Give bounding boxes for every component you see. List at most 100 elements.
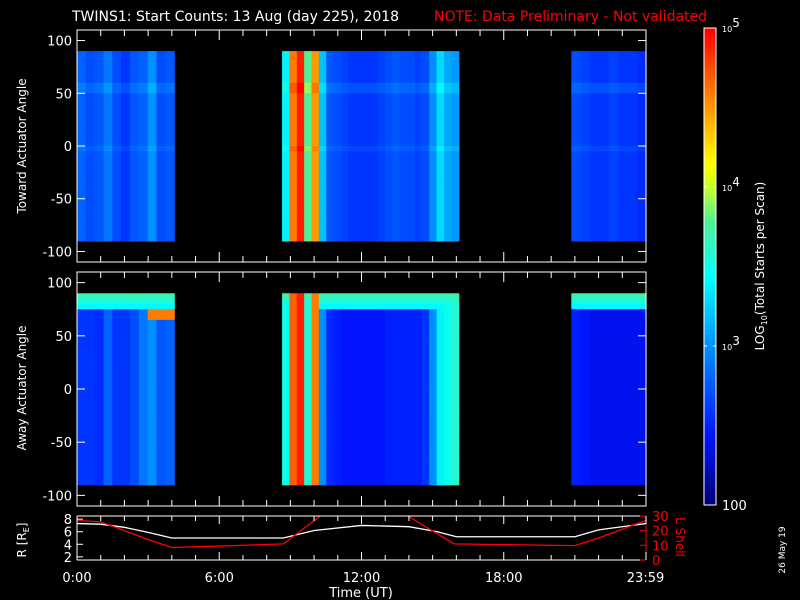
spectrogram-cell [333,298,342,305]
spectrogram-cell [304,404,313,411]
spectrogram-cell [617,335,628,342]
spectrogram-cell [147,103,158,110]
spectrogram-cell [436,293,445,300]
spectrogram-cell [421,479,430,486]
spectrogram-cell [156,431,166,438]
spectrogram-cell [636,303,647,310]
spectrogram-cell [289,109,298,115]
spectrogram-cell [392,319,401,326]
spectrogram-cell [451,319,460,326]
spectrogram-cell [451,109,460,115]
spectrogram-cell [112,420,122,427]
spectrogram-cell [85,436,96,443]
spectrogram-cell [636,415,647,422]
spectrogram-cell [580,88,591,94]
spectrogram-cell [121,77,131,84]
spectrogram-cell [326,367,335,374]
spectrogram-cell [377,209,386,216]
spectrogram-cell [318,161,327,168]
y-tick-label: 100 [47,277,72,292]
spectrogram-cell [311,156,320,163]
spectrogram-cell [326,309,335,316]
spectrogram-cell [608,362,619,369]
spectrogram-cell [599,225,610,231]
spectrogram-cell [304,351,313,358]
spectrogram-cell [77,93,87,100]
spectrogram-cell [377,130,386,137]
spectrogram-cell [85,431,96,438]
spectrogram-cell [326,135,335,142]
spectrogram-cell [377,383,386,390]
spectrogram-cell [130,151,140,158]
spectrogram-cell [599,140,610,147]
spectrogram-cell [443,426,452,433]
spectrogram-cell [318,230,327,237]
colorbar-swatch [704,147,716,152]
spectrogram-cell [147,182,158,189]
spectrogram-cell [165,394,175,401]
spectrogram-cell [311,61,320,68]
spectrogram-cell [385,188,394,195]
spectrogram-cell [436,303,445,310]
spectrogram-cell [429,367,438,374]
spectrogram-cell [385,431,394,438]
spectrogram-cell [296,61,305,68]
spectrogram-cell [112,314,122,321]
spectrogram-cell [138,298,149,305]
spectrogram-cell [94,351,105,358]
spectrogram-cell [340,452,349,459]
spectrogram-cell [399,209,408,216]
spectrogram-cell [94,319,105,326]
spectrogram-cell [377,325,386,332]
spectrogram-cell [94,219,105,226]
spectrogram-cell [77,362,87,369]
spectrogram-cell [318,362,327,369]
spectrogram-cell [385,309,394,316]
spectrogram-cell [377,72,386,79]
spectrogram-cell [355,420,364,427]
spectrogram-cell [348,394,357,401]
spectrogram-cell [333,119,342,126]
spectrogram-cell [333,72,342,79]
spectrogram-cell [617,98,628,105]
spectrogram-cell [138,103,149,110]
spectrogram-cell [414,103,423,110]
spectrogram-cell [429,198,438,205]
spectrogram-cell [282,463,291,470]
spectrogram-cell [165,367,175,374]
spectrogram-cell [436,335,445,342]
spectrogram-cell [326,109,335,115]
spectrogram-cell [326,209,335,216]
spectrogram-cell [289,140,298,147]
spectrogram-cell [112,225,122,231]
spectrogram-cell [130,426,140,433]
spectrogram-cell [340,362,349,369]
spectrogram-cell [156,314,166,321]
spectrogram-cell [318,399,327,406]
spectrogram-cell [571,161,582,168]
spectrogram-cell [147,109,158,115]
spectrogram-cell [414,335,423,342]
spectrogram-cell [436,130,445,137]
spectrogram-cell [392,66,401,73]
spectrogram-cell [363,167,371,173]
away-ylabel: Away Actuator Angle [15,325,29,450]
spectrogram-cell [147,230,158,237]
spectrogram-cell [436,161,445,168]
spectrogram-cell [429,394,438,401]
spectrogram-cell [296,77,305,84]
spectrogram-cell [296,373,305,379]
spectrogram-cell [429,314,438,321]
spectrogram-cell [636,410,647,417]
colorbar-swatch [704,214,716,220]
spectrogram-cell [296,314,305,321]
spectrogram-cell [608,468,619,475]
spectrogram-cell [636,109,647,115]
spectrogram-cell [130,82,140,89]
spectrogram-cell [112,114,122,121]
spectrogram-cell [399,351,408,358]
spectrogram-cell [363,56,371,63]
spectrogram-cell [340,61,349,68]
colorbar-swatch [704,119,716,124]
spectrogram-cell [392,404,401,411]
